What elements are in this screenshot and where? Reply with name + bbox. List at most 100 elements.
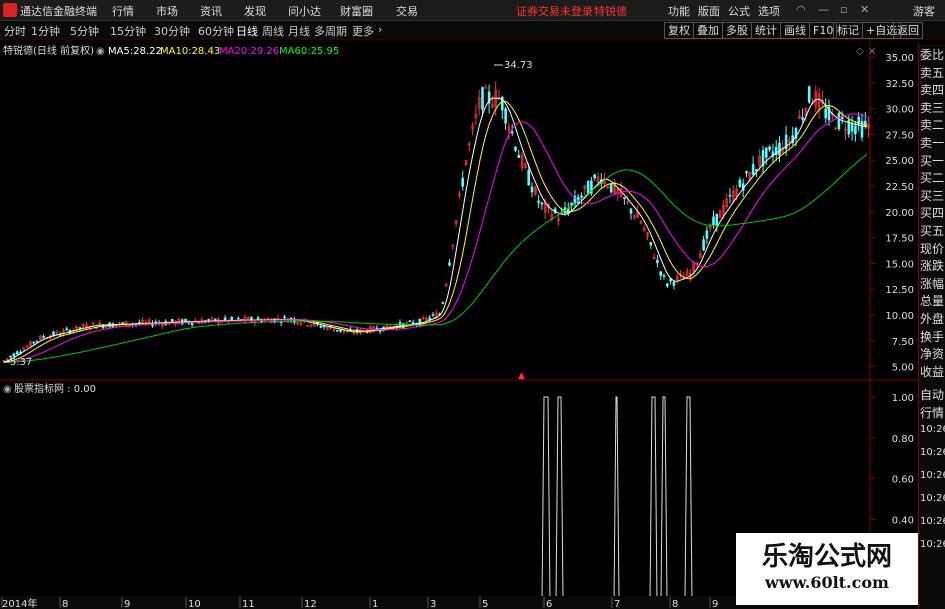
watermark-url: www.60lt.com [765,573,889,592]
menu-gongshi[interactable]: 公式 [728,3,750,19]
candle-body [237,317,240,320]
candle-body [768,146,771,150]
tick-time: 10:26 [920,493,945,504]
indicator-settings-icon[interactable]: ◉ [3,384,12,395]
candle-body [256,317,260,320]
btn-fuquan[interactable]: 复权 [664,22,694,39]
candle-body [65,328,68,331]
quote-label: 外盘 [920,312,945,326]
candle-body [580,195,583,198]
candle-body [42,336,45,338]
quote-label: 委比 [920,48,945,62]
diamond-icon[interactable]: ◇ [856,46,864,57]
settings-icon[interactable]: ◉ [96,46,105,57]
menu-caifuquan[interactable]: 财富圈 [340,3,373,19]
period-multi[interactable]: 多周期 [314,23,347,39]
menu-shichang[interactable]: 市场 [156,3,178,19]
chevron-right-icon[interactable]: › [378,23,382,36]
menu-hangqing[interactable]: 行情 [112,3,134,19]
sidebar-tab[interactable]: 行情 [920,404,944,421]
period-daily[interactable]: 日线 [236,23,258,39]
candle-body [659,271,663,276]
marker-icon: ▲ [518,371,525,381]
candle-body [283,316,286,319]
maximize-icon[interactable]: ▫ [840,3,847,16]
candle-body [715,213,719,226]
period-monthly[interactable]: 月线 [288,23,310,39]
candle-body [35,340,39,343]
btn-tongji[interactable]: 统计 [751,22,781,39]
candle-body [850,122,854,132]
period-more[interactable]: 更多 [352,23,374,39]
candle-body [530,186,534,193]
indicator-tick-label: 0.80 [892,434,914,445]
ma60-legend: MA60:25.95 [279,46,339,57]
candle-body [837,112,841,130]
quote-label: 收益 [920,364,945,379]
period-fenshi[interactable]: 分时 [4,23,26,39]
quote-label: 买四 [920,206,945,221]
candle-body [481,87,484,110]
ma20-legend: MA20:29.26 [219,46,279,57]
candle-body [751,164,755,175]
quote-label: 买一 [920,153,945,168]
kline-chart[interactable]: 35.00 32.50 30.00 27.50 25.00 22.50 20.00 17.50… [0,41,918,381]
period-1min[interactable]: 1分钟 [31,23,60,39]
menu-jiaoyi[interactable]: 交易 [396,3,418,19]
candle-body [15,351,19,355]
menu-bar: 通达信金融终端 行情 市场 资讯 发现 问小达 财富圈 交易 证券交易未登录 特… [0,0,945,21]
menu-xuanxiang[interactable]: 选项 [758,3,780,19]
app-logo-icon [3,3,17,17]
date-tick-label: 9 [124,599,130,609]
tick-time: 10:26 [920,516,945,527]
ma10-legend: MA10:28.43 [160,46,220,57]
quote-label: 换手 [920,329,945,344]
sidebar-tab[interactable]: 自动 [920,386,944,403]
quote-label: 卖三 [920,100,945,115]
candle-body [184,318,187,322]
date-tick-label: 8 [62,599,68,609]
menu-zixun[interactable]: 资讯 [200,3,222,19]
date-tick-label: 5 [482,599,488,609]
tick-time: 10:26 [920,539,945,550]
menu-wenxiaoda[interactable]: 问小达 [288,3,321,19]
candle-body [712,216,715,225]
date-tick-label: 2014年 [2,597,37,609]
btn-duogu[interactable]: 多股 [722,22,752,39]
indicator-tick-label: 1.00 [892,393,914,404]
btn-diejia[interactable]: 叠加 [693,22,723,39]
btn-huaxian[interactable]: 画线 [780,22,810,39]
close-icon[interactable]: ✕ [860,3,869,16]
date-tick-label: 6 [546,599,552,609]
indicator-tick-label: 0.40 [892,515,914,526]
period-30min[interactable]: 30分钟 [154,23,190,39]
btn-biaoji[interactable]: 标记 [833,22,863,39]
btn-fanhui[interactable]: 返回 [893,22,923,39]
menu-banmian[interactable]: 版面 [698,3,720,19]
menu-faxian[interactable]: 发现 [244,3,266,19]
candle-body [510,131,514,134]
candle-body [78,327,82,329]
date-tick-label: 9 [712,599,718,609]
menu-gongneng[interactable]: 功能 [668,3,690,19]
period-60min[interactable]: 60分钟 [198,23,234,39]
quote-label: 总量 [920,294,945,309]
period-toolbar: 分时 1分钟 5分钟 15分钟 30分钟 60分钟 日线 周线 月线 多周期 更… [0,21,945,40]
user-label[interactable]: 游客 [913,3,935,19]
minimize-icon[interactable]: — [818,3,829,16]
candle-body [441,302,445,304]
price-tick-label: 5.00 [892,363,914,374]
quote-sidebar: 委比 卖五 卖四 卖三 卖二 卖一 买一 买二 买三 买四 买五 现价 涨跌 涨幅 总量 外盘 换手 净资 收益 自动… [918,44,945,609]
candle-body [609,183,613,193]
period-5min[interactable]: 5分钟 [70,23,99,39]
support-icon[interactable]: ◠ [796,3,806,16]
candle-body [428,317,432,320]
candle-body [738,179,742,188]
login-notice[interactable]: 证券交易未登录 [516,3,593,19]
close-chart-icon[interactable]: × [868,46,876,57]
candle-body [514,146,517,151]
quote-label: 卖二 [920,118,945,133]
period-15min[interactable]: 15分钟 [110,23,146,39]
stock-name-top: 特锐德 [594,5,627,18]
period-weekly[interactable]: 周线 [262,23,284,39]
